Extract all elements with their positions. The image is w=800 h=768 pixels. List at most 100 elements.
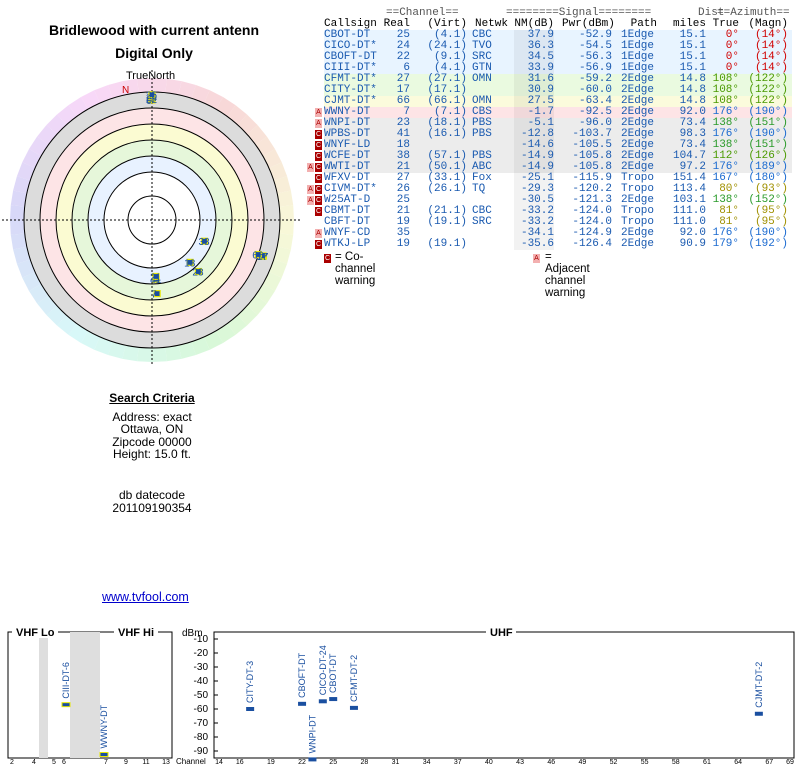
x-tick-label: 13 (162, 759, 170, 766)
table-row[interactable]: WTKJ-LP 19 (19.1) -35.6 -126.4 2Edge 90.9 179° (… (324, 239, 792, 250)
cell-magn: (192°) (748, 238, 788, 250)
true-north-label: TrueNorth (126, 70, 176, 82)
x-tick-label: 16 (236, 759, 244, 766)
vhf-hi-label: VHF Hi (118, 627, 154, 639)
cell-virt: (19.1) (427, 216, 467, 228)
x-tick-label: 67 (765, 759, 773, 766)
polar-label-66: 66 (252, 251, 264, 262)
tvfool-link[interactable]: www.tvfool.com (102, 590, 189, 604)
table-row[interactable]: CICO-DT* 24 (24.1) TVO 36.3 -54.5 1Edge 15.1 0°(… (324, 41, 792, 52)
vhf-shade (39, 632, 48, 758)
x-tick-label: 22 (298, 759, 306, 766)
x-tick-label: 31 (392, 759, 400, 766)
co-channel-flag: C (315, 185, 322, 194)
cell-trueA: 179° (712, 238, 739, 250)
spectrum-chart: VHF Lo VHF Hi UHFdBm-10-20-30-40-50-60-70-… (7, 626, 795, 766)
cell-nm: -35.6 (514, 239, 554, 250)
co-channel-flag: C (315, 174, 322, 183)
station-label: CBOFT-DT (297, 652, 307, 697)
cell-virt: (19.1) (427, 238, 467, 250)
y-tick-label: -90 (194, 746, 209, 757)
station-label: WNPI-DT (307, 714, 317, 753)
station-label: CJMT-DT-2 (754, 662, 764, 708)
cell-real: 19 (396, 238, 410, 250)
station-label: CIII-DT-6 (61, 662, 71, 699)
y-tick-label: -80 (194, 732, 209, 743)
polar-label-7: 7 (151, 290, 157, 301)
uhf-label: UHF (490, 627, 513, 639)
adjacent-channel-flag: A (315, 119, 322, 128)
table-row[interactable]: CBOT-DT 25 (4.1) CBC 37.9 -52.9 1Edge 15.1 0° (14… (324, 30, 792, 41)
station-label: CBOT-DT (328, 653, 338, 693)
rainbow-segment (279, 205, 294, 220)
station-marker (246, 707, 255, 711)
cell-pwr: -126.4 (572, 238, 612, 250)
vhf-shade (70, 632, 100, 758)
y-tick-label: -50 (194, 690, 209, 701)
station-label: WWNY-DT (99, 704, 109, 748)
rainbow-segment (277, 233, 294, 250)
table-row[interactable]: CBOFT-DT 22 (9.1) SRC 34.5 -56.3 1Edge 15.1 0° (1… (324, 52, 792, 63)
db-datecode-label: db datecode (118, 488, 186, 502)
co-channel-flag: C (315, 207, 322, 216)
rainbow-segment (10, 205, 25, 220)
cell-virt: (16.1) (427, 128, 467, 140)
x-tick-label: 49 (578, 759, 586, 766)
station-marker (754, 711, 763, 716)
polar-label-38: 38 (199, 237, 211, 248)
adjacent-channel-flag: A (307, 196, 314, 205)
rainbow-segment (279, 220, 294, 235)
rainbow-segment (10, 190, 27, 207)
criteria-city: Ottawa, ON (120, 422, 184, 436)
x-tick-label: 58 (672, 759, 680, 766)
co-channel-flag: C (315, 196, 322, 205)
rainbow-segment (122, 345, 139, 362)
x-tick-label: 6 (62, 759, 66, 766)
station-label: CFMT-DT-2 (349, 655, 359, 702)
x-tick-label: 43 (516, 759, 524, 766)
station-marker (99, 752, 109, 757)
table-header-row: Callsign Real (Virt) Netwk NM(dB) Pwr(dBm) Pat… (324, 19, 794, 30)
co-channel-flag: C (315, 152, 322, 161)
north-marker: N (122, 85, 129, 96)
y-tick-label: -40 (194, 676, 209, 687)
y-tick-label: -70 (194, 718, 209, 729)
db-datecode: db datecode 201109190354 (60, 489, 244, 514)
station-label: CITY-DT-3 (245, 661, 255, 703)
y-tick-label: -60 (194, 704, 209, 715)
db-datecode-value: 201109190354 (112, 500, 192, 515)
x-tick-label: 19 (267, 759, 275, 766)
adjacent-channel-flag: A (315, 108, 322, 117)
rainbow-segment (152, 347, 167, 362)
x-tick-label: 14 (215, 759, 223, 766)
co-channel-flag: C (315, 130, 322, 139)
x-tick-label: 25 (329, 759, 337, 766)
polar-label-18: 18 (184, 258, 196, 269)
y-tick-label: -30 (194, 662, 209, 673)
station-label: CICO-DT-24 (318, 645, 328, 695)
station-marker (298, 701, 307, 706)
x-tick-label: 34 (423, 759, 431, 766)
x-tick-label: 28 (360, 759, 368, 766)
x-tick-label: 11 (142, 759, 149, 766)
station-marker (318, 699, 327, 704)
rainbow-segment (10, 220, 25, 235)
report-title: Bridlewood with current antenn (48, 22, 259, 38)
adjacent-channel-legend-text: = Adjacent channel warning (545, 251, 590, 299)
cell-callsign: WTKJ-LP (324, 238, 371, 250)
x-tick-label: 46 (547, 759, 555, 766)
co-channel-flag: C (315, 141, 322, 150)
x-tick-label: 7 (104, 759, 108, 766)
search-criteria-heading: Search Criteria (109, 391, 195, 405)
x-tick-label: 2 (10, 759, 14, 766)
adjacent-channel-legend-swatch: A (533, 254, 540, 263)
polar-label-21: 21 (150, 272, 162, 283)
search-criteria: Search Criteria Address: exact Ottawa, O… (60, 392, 244, 461)
co-channel-flag: C (315, 163, 322, 172)
criteria-height: Height: 15.0 ft. (112, 447, 192, 461)
vhf-lo-label: VHF Lo (16, 627, 55, 639)
x-tick-label: 9 (124, 759, 128, 766)
co-channel-flag: C (315, 240, 322, 249)
cell-dist: 90.9 (679, 238, 706, 250)
rainbow-segment (165, 345, 182, 362)
